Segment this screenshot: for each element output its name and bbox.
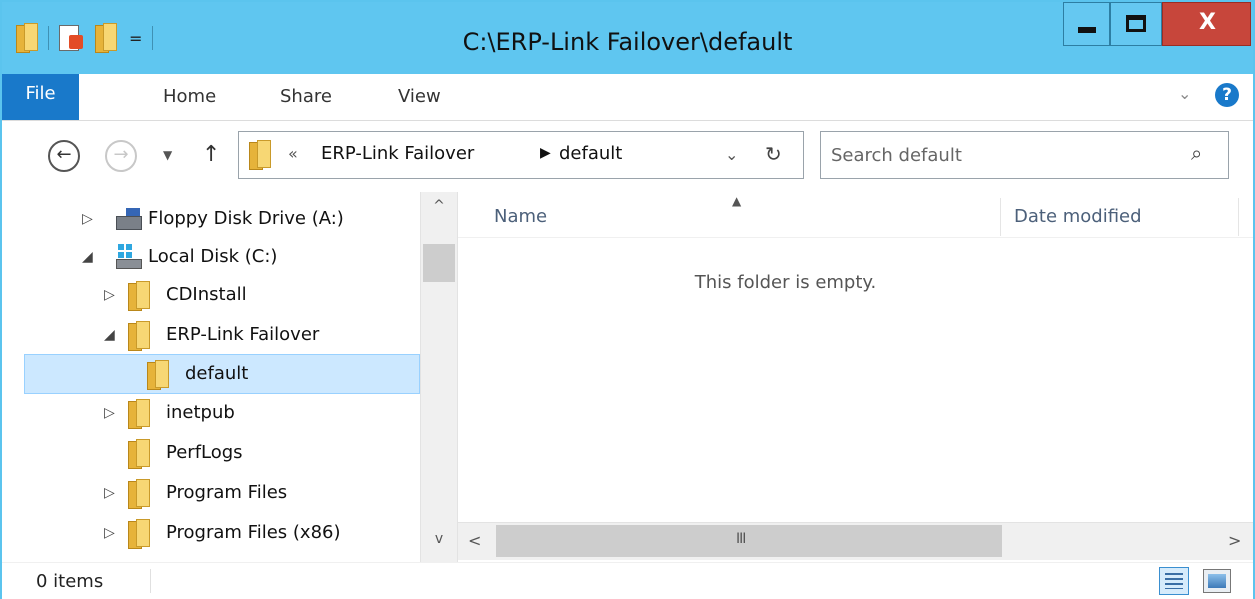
sort-ascending-icon: ▲ (732, 194, 742, 208)
address-bar[interactable]: « ERP-Link Failover ▶ default ⌄ ↻ (238, 131, 804, 179)
tree-item-label: PerfLogs (166, 442, 243, 463)
help-icon[interactable]: ? (1215, 83, 1239, 107)
tree-item-local-disk[interactable]: ◢ Local Disk (C:) (2, 238, 420, 278)
scroll-up-icon[interactable]: ^ (421, 198, 457, 214)
tree-item-label: default (185, 363, 249, 384)
scroll-right-icon[interactable]: > (1228, 531, 1241, 550)
close-icon: X (1199, 10, 1216, 35)
forward-button[interactable]: → (105, 140, 137, 172)
expand-arrow-icon[interactable]: ▷ (82, 211, 93, 227)
navigation-bar: ← → ▼ ↑ « ERP-Link Failover ▶ default ⌄ … (2, 122, 1253, 192)
breadcrumb-default[interactable]: default (559, 143, 622, 164)
address-history-dropdown[interactable]: ⌄ (725, 145, 738, 164)
tree-item-cdinstall[interactable]: ▷ CDInstall (2, 276, 420, 316)
column-divider[interactable] (1238, 198, 1239, 236)
expand-arrow-icon[interactable]: ▷ (104, 287, 115, 303)
breadcrumb-separator-icon[interactable]: ▶ (540, 145, 551, 161)
item-count: 0 items (36, 571, 104, 592)
navigation-pane-scrollbar[interactable]: ^ v (420, 192, 458, 562)
tree-item-program-files[interactable]: ▷ Program Files (2, 474, 420, 514)
tab-share[interactable]: Share (280, 74, 332, 120)
tree-item-program-files-x86[interactable]: ▷ Program Files (x86) (2, 514, 420, 554)
scrollbar-thumb[interactable]: III (496, 525, 1002, 557)
back-button[interactable]: ← (48, 140, 80, 172)
address-overflow-icon[interactable]: « (288, 144, 298, 163)
tree-item-label: CDInstall (166, 284, 247, 305)
expand-ribbon-icon[interactable]: ⌄ (1178, 84, 1191, 103)
tree-item-perflogs[interactable]: PerfLogs (2, 434, 420, 474)
refresh-icon[interactable]: ↻ (765, 142, 782, 166)
folder-icon (128, 479, 150, 509)
tree-item-label: Floppy Disk Drive (A:) (148, 208, 344, 229)
tree-item-default[interactable]: default (24, 354, 420, 394)
tab-file[interactable]: File (2, 74, 79, 120)
tab-home[interactable]: Home (163, 74, 216, 120)
breadcrumb-erp-link-failover[interactable]: ERP-Link Failover (321, 143, 474, 164)
column-headers: ▲ Name Date modified (458, 192, 1253, 238)
tree-item-label: ERP-Link Failover (166, 324, 320, 345)
up-button[interactable]: ↑ (202, 142, 220, 167)
search-input[interactable] (831, 140, 1171, 170)
details-view-icon[interactable] (1159, 567, 1189, 595)
maximize-icon (1126, 15, 1146, 32)
tree-item-label: Program Files (x86) (166, 522, 341, 543)
tree-item-inetpub[interactable]: ▷ inetpub (2, 394, 420, 434)
minimize-icon (1078, 27, 1096, 33)
scrollbar-grip-icon: III (736, 531, 746, 547)
expand-arrow-icon[interactable]: ▷ (104, 485, 115, 501)
tree-item-floppy-disk-drive[interactable]: ▷ Floppy Disk Drive (A:) (2, 200, 420, 240)
column-divider[interactable] (1000, 198, 1001, 236)
recent-locations-icon[interactable]: ▼ (163, 148, 172, 162)
tree-item-label: Program Files (166, 482, 288, 503)
folder-icon (128, 439, 150, 469)
drive-icon (116, 244, 142, 270)
ribbon-tabs: File Home Share View ⌄ ? (2, 74, 1253, 121)
maximize-button[interactable] (1110, 2, 1162, 46)
title-bar[interactable]: = C:\ERP-Link Failover\default X (2, 2, 1253, 74)
column-header-name[interactable]: Name (494, 206, 547, 227)
search-box[interactable]: ⌕ (820, 131, 1229, 179)
tree-item-label: Local Disk (C:) (148, 246, 278, 267)
expand-arrow-icon[interactable]: ▷ (104, 405, 115, 421)
scroll-left-icon[interactable]: < (468, 531, 481, 550)
folder-icon (128, 399, 150, 429)
column-header-date-modified[interactable]: Date modified (1014, 206, 1142, 227)
navigation-pane: ▷ Floppy Disk Drive (A:) ◢ Local Disk (C… (2, 192, 420, 562)
explorer-window: = C:\ERP-Link Failover\default X File Ho… (0, 0, 1255, 599)
file-list[interactable]: ▲ Name Date modified This folder is empt… (458, 192, 1253, 562)
folder-icon (249, 140, 271, 170)
status-separator (150, 569, 151, 593)
folder-icon (128, 321, 150, 351)
collapse-arrow-icon[interactable]: ◢ (104, 327, 115, 343)
scrollbar-thumb[interactable] (423, 244, 455, 282)
folder-icon (128, 281, 150, 311)
tree-item-erp-link-failover[interactable]: ◢ ERP-Link Failover (2, 316, 420, 356)
empty-folder-message: This folder is empty. (694, 272, 877, 293)
tab-view[interactable]: View (398, 74, 441, 120)
close-button[interactable]: X (1162, 2, 1251, 46)
scroll-down-icon[interactable]: v (421, 531, 457, 547)
folder-icon (147, 360, 169, 390)
file-list-horizontal-scrollbar[interactable]: < III > (458, 522, 1253, 560)
large-icons-view-icon[interactable] (1203, 569, 1231, 593)
folder-icon (128, 519, 150, 549)
expand-arrow-icon[interactable]: ▷ (104, 525, 115, 541)
minimize-button[interactable] (1063, 2, 1110, 46)
floppy-icon (116, 208, 142, 230)
status-bar: 0 items (2, 562, 1253, 599)
collapse-arrow-icon[interactable]: ◢ (82, 249, 93, 265)
tree-item-label: inetpub (166, 402, 235, 423)
search-icon[interactable]: ⌕ (1191, 141, 1202, 165)
